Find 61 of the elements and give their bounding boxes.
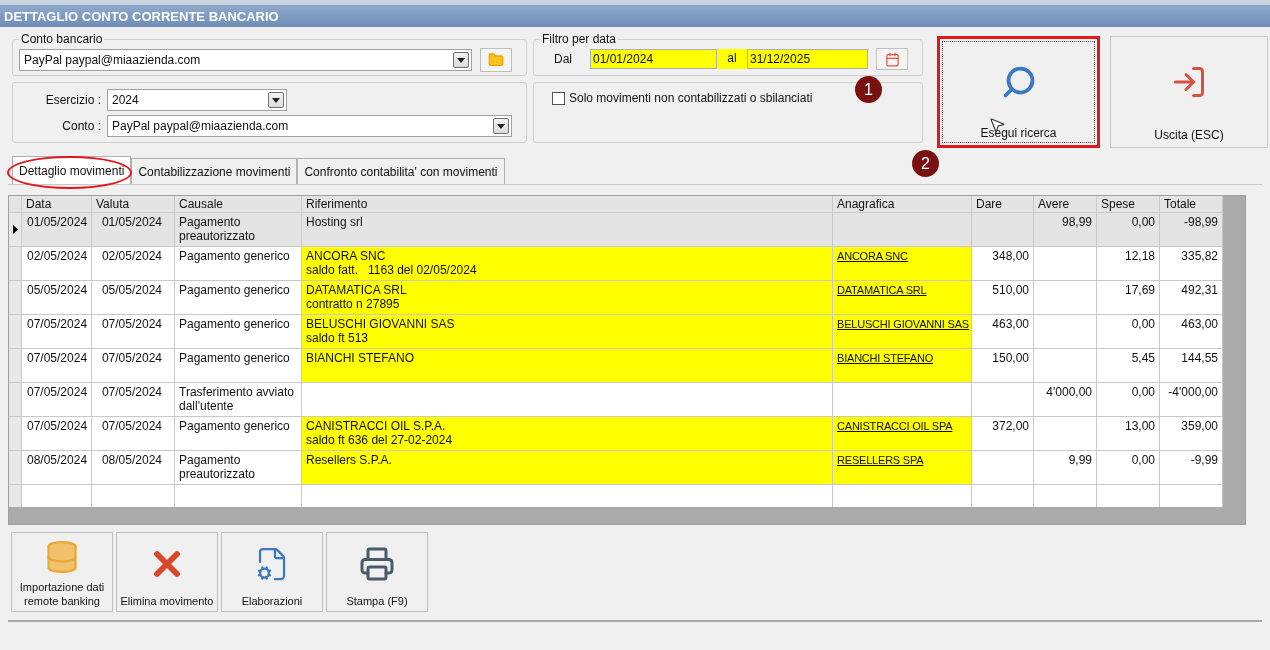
date-field[interactable]: 01/01/2024	[590, 49, 717, 69]
toolbar-button[interactable]: Elaborazioni	[221, 532, 323, 612]
folder-icon	[488, 52, 504, 68]
field-label: al	[717, 49, 747, 69]
table-row[interactable]: 05/05/2024 05/05/2024 Pagamento generico DATAMATICA SRL contratto n 27895 DATAMATICA SRL 510,00 17,69 492,31	[9, 281, 1223, 315]
field-label: Esercizio :	[44, 92, 101, 109]
date-field[interactable]: 31/12/2025	[747, 49, 868, 69]
calendar-icon	[884, 51, 900, 67]
combo-box[interactable]: PayPal paypal@miaazienda.com	[19, 49, 472, 71]
table-cell: BELUSCHI GIOVANNI SAS saldo ft 513	[302, 315, 833, 349]
caret-icon	[457, 57, 465, 63]
toolbar-button[interactable]: Stampa (F9)	[326, 532, 428, 612]
table-cell: DATAMATICA SRL contratto n 27895	[302, 281, 833, 315]
dropdown-button[interactable]	[453, 52, 469, 68]
exit-button[interactable]: Uscita (ESC)	[1110, 36, 1268, 148]
dropdown-button[interactable]	[493, 118, 509, 134]
row-pointer-icon	[12, 225, 18, 234]
tab[interactable]: Confronto contabilita' con movimenti	[297, 158, 505, 184]
table-cell: -9,99	[1160, 451, 1223, 485]
table-cell: 9,99	[1034, 451, 1097, 485]
field-label: Conto :	[61, 118, 101, 135]
folder-button[interactable]	[480, 48, 512, 72]
callout-badge: 1	[855, 76, 882, 103]
tab[interactable]: Dettaglio movimenti	[12, 156, 132, 184]
table-cell: Hosting srl	[302, 213, 833, 247]
table-cell: Resellers S.P.A.	[302, 451, 833, 485]
search-button[interactable]: Esegui ricerca	[937, 36, 1100, 148]
checkbox-label: Solo movimenti non contabilizzati o sbilanciati	[569, 92, 813, 105]
group-label: Conto bancario	[20, 31, 104, 48]
table-row[interactable]: 07/05/2024 07/05/2024 Pagamento generico CANISTRACCI OIL S.P.A. saldo ft 636 del 27-02-2024 CANISTRACCI OIL SPA 372,00 13,00 359,00	[9, 417, 1223, 451]
link[interactable]: ANCORA SNC	[837, 250, 908, 262]
table-row[interactable]: 07/05/2024 07/05/2024 Pagamento generico BELUSCHI GIOVANNI SAS saldo ft 513 BELUSCHI GIOVANNI SAS 463,00 0,00 463,00	[9, 315, 1223, 349]
window-title: DETTAGLIO CONTO CORRENTE BANCARIO	[4, 7, 279, 26]
table-cell: ANCORA SNC saldo fatt. 1163 del 02/05/2024	[302, 247, 833, 281]
table-row[interactable]: 01/05/2024 01/05/2024 Pagamento preautorizzato Hosting srl 98,99 0,00 -98,99	[9, 213, 1223, 247]
database-icon	[44, 538, 80, 575]
printer-icon	[359, 545, 395, 582]
caret-icon	[272, 97, 280, 103]
checkbox[interactable]	[552, 92, 565, 105]
group-label: Filtro per data	[541, 31, 618, 48]
table-cell: 08/05/2024	[92, 451, 175, 485]
table-cell: 08/05/2024	[22, 451, 92, 485]
toolbar-button[interactable]: Elimina movimento	[116, 532, 218, 612]
table-cell	[972, 451, 1034, 485]
combo-box[interactable]: PayPal paypal@miaazienda.com	[107, 115, 512, 137]
row-header[interactable]	[9, 213, 22, 247]
dropdown-button[interactable]	[268, 92, 284, 108]
table-row[interactable]: 02/05/2024 02/05/2024 Pagamento generico ANCORA SNC saldo fatt. 1163 del 02/05/2024 ANCORA SNC 348,00 12,18 335,82	[9, 247, 1223, 281]
callout-badge: 2	[912, 150, 939, 177]
combo-box[interactable]: 2024	[107, 89, 287, 111]
calendar-button[interactable]	[876, 48, 908, 70]
table-cell: CANISTRACCI OIL S.P.A. saldo ft 636 del 27-02-2024	[302, 417, 833, 451]
table-cell: BIANCHI STEFANO	[302, 349, 833, 383]
table-row[interactable]: 07/05/2024 07/05/2024 Pagamento generico BIANCHI STEFANO BIANCHI STEFANO 150,00 5,45 144,55	[9, 349, 1223, 383]
field-label: Dal	[553, 51, 573, 68]
caret-icon	[497, 123, 505, 129]
table-cell: 0,00	[1097, 451, 1160, 485]
toolbar-button[interactable]: Importazione dati remote banking	[11, 532, 113, 612]
table-row[interactable]: 08/05/2024 08/05/2024 Pagamento preautorizzato Resellers S.P.A. RESELLERS SPA 9,99 0,00 -9,99	[9, 451, 1223, 485]
table-row[interactable]: 07/05/2024 07/05/2024 Trasferimento avviato dall'utente 4'000,00 0,00 -4'000,00	[9, 383, 1223, 417]
tab[interactable]: Contabilizzazione movimenti	[131, 158, 298, 184]
